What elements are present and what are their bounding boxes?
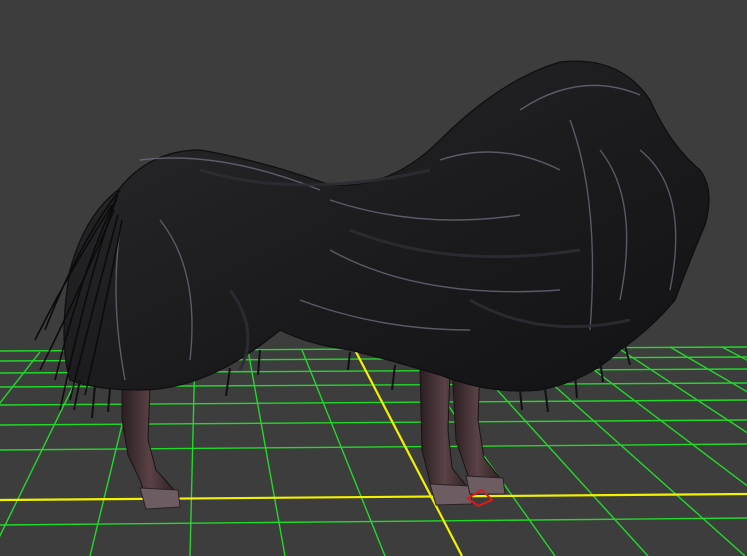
front-hoof-left [429,483,473,506]
3d-viewport[interactable] [0,0,747,556]
front-hoof-right [465,475,506,495]
rear-hoof [139,487,181,510]
viewport-scene[interactable] [0,0,747,556]
